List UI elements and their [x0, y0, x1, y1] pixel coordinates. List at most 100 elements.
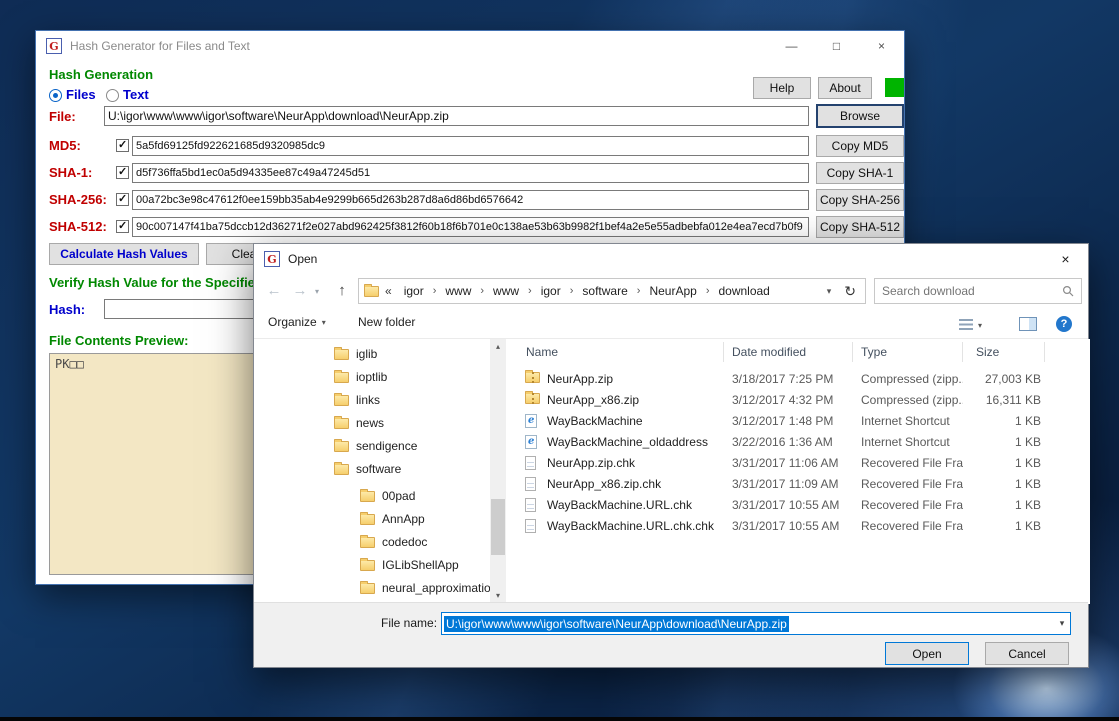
help-button[interactable]: Help — [753, 77, 811, 99]
file-date-modified: 3/31/2017 10:55 AM — [732, 498, 854, 512]
view-options-icon[interactable] — [959, 319, 973, 330]
tree-item[interactable]: codedoc — [360, 535, 427, 549]
breadcrumb-dropdown-icon[interactable]: ▾ — [821, 286, 838, 297]
column-divider[interactable] — [962, 342, 963, 362]
tree-scrollbar[interactable]: ▴ ▾ — [490, 339, 506, 604]
breadcrumb-segment[interactable]: software — [576, 284, 633, 298]
column-divider[interactable] — [1044, 342, 1045, 362]
hash-value-input[interactable] — [132, 136, 809, 156]
column-header-type[interactable]: Type — [861, 339, 887, 365]
zip-file-icon — [525, 372, 540, 383]
file-row[interactable]: NeurApp_x86.zip3/12/2017 4:32 PMCompress… — [511, 390, 1090, 411]
maximize-icon[interactable]: □ — [814, 31, 859, 61]
tree-item[interactable]: links — [334, 393, 380, 407]
calculate-button[interactable]: Calculate Hash Values — [49, 243, 199, 265]
tree-item[interactable]: 00pad — [360, 489, 415, 503]
hash-type-label: SHA-512: — [49, 219, 107, 234]
hash-window-title: Hash Generator for Files and Text — [70, 39, 250, 53]
breadcrumb-segment[interactable]: www — [487, 284, 525, 298]
hash-enabled-checkbox[interactable] — [116, 166, 129, 179]
open-button[interactable]: Open — [885, 642, 969, 665]
column-divider[interactable] — [723, 342, 724, 362]
tree-item[interactable]: neural_approximation — [360, 581, 490, 595]
tree-item[interactable]: ioptlib — [334, 370, 387, 384]
breadcrumb-chevron-icon[interactable]: › — [433, 285, 437, 297]
file-type: Internet Shortcut — [861, 414, 963, 428]
breadcrumb-overflow-button[interactable]: « — [382, 284, 395, 298]
combo-dropdown-icon[interactable]: ▾ — [1054, 618, 1070, 629]
file-row[interactable]: NeurApp_x86.zip.chk3/31/2017 11:09 AMRec… — [511, 474, 1090, 495]
hash-window-titlebar[interactable]: G Hash Generator for Files and Text — □ … — [36, 31, 904, 61]
hash-enabled-checkbox[interactable] — [116, 220, 129, 233]
new-folder-button[interactable]: New folder — [358, 315, 415, 329]
tree-item[interactable]: AnnApp — [360, 512, 425, 526]
scroll-up-icon[interactable]: ▴ — [490, 339, 506, 355]
copy-hash-button[interactable]: Copy SHA-256 — [816, 189, 904, 211]
forward-icon[interactable]: → — [288, 279, 312, 303]
search-input[interactable] — [875, 284, 1062, 298]
breadcrumb-chevron-icon[interactable]: › — [528, 285, 532, 297]
breadcrumb-chevron-icon[interactable]: › — [570, 285, 574, 297]
organize-button[interactable]: Organize ▾ — [268, 315, 326, 329]
up-icon[interactable]: ↑ — [330, 279, 354, 303]
tree-item[interactable]: news — [334, 416, 384, 430]
open-dialog-title: Open — [288, 252, 317, 266]
browse-button[interactable]: Browse — [816, 104, 904, 128]
view-options-dropdown-icon[interactable]: ▾ — [978, 321, 982, 330]
file-size: 1 KB — [951, 519, 1041, 533]
history-dropdown-icon[interactable]: ▾ — [315, 287, 319, 296]
back-icon[interactable]: ← — [262, 279, 286, 303]
files-radio[interactable] — [49, 89, 62, 102]
tree-item[interactable]: iglib — [334, 347, 377, 361]
zip-file-icon — [525, 393, 540, 404]
minimize-icon[interactable]: — — [769, 31, 814, 61]
hash-enabled-checkbox[interactable] — [116, 193, 129, 206]
file-row[interactable]: NeurApp.zip.chk3/31/2017 11:06 AMRecover… — [511, 453, 1090, 474]
file-path-input[interactable] — [104, 106, 809, 126]
file-row[interactable]: WayBackMachine.URL.chk.chk3/31/2017 10:5… — [511, 516, 1090, 537]
breadcrumb-segment[interactable]: NeurApp — [643, 284, 702, 298]
column-header-date-modified[interactable]: Date modified — [732, 339, 806, 365]
breadcrumb-chevron-icon[interactable]: › — [706, 285, 710, 297]
scrollbar-thumb[interactable] — [491, 499, 505, 555]
column-header-size[interactable]: Size — [976, 339, 999, 365]
internet-shortcut-icon — [525, 435, 537, 449]
hash-value-input[interactable] — [132, 190, 809, 210]
breadcrumb-segments: igor›www›www›igor›software›NeurApp›downl… — [398, 284, 776, 298]
close-icon[interactable]: × — [859, 31, 904, 61]
tree-item[interactable]: sendigence — [334, 439, 417, 453]
preview-pane-icon[interactable] — [1019, 317, 1037, 331]
hash-value-input[interactable] — [132, 163, 809, 183]
help-icon[interactable]: ? — [1056, 316, 1072, 332]
open-dialog-titlebar[interactable]: G Open × — [254, 244, 1088, 274]
breadcrumb-segment[interactable]: download — [712, 284, 775, 298]
hash-value-input[interactable] — [132, 217, 809, 237]
file-row[interactable]: WayBackMachine3/12/2017 1:48 PMInternet … — [511, 411, 1090, 432]
copy-hash-button[interactable]: Copy MD5 — [816, 135, 904, 157]
tree-item[interactable]: IGLibShellApp — [360, 558, 459, 572]
tree-item[interactable]: software — [334, 462, 401, 476]
tree-item-label: sendigence — [356, 439, 417, 453]
close-icon[interactable]: × — [1043, 244, 1088, 274]
file-row[interactable]: NeurApp.zip3/18/2017 7:25 PMCompressed (… — [511, 369, 1090, 390]
copy-hash-button[interactable]: Copy SHA-1 — [816, 162, 904, 184]
breadcrumb-segment[interactable]: igor — [535, 284, 567, 298]
breadcrumb-segment[interactable]: www — [439, 284, 477, 298]
column-divider[interactable] — [852, 342, 853, 362]
breadcrumb-chevron-icon[interactable]: › — [480, 285, 484, 297]
about-button[interactable]: About — [818, 77, 872, 99]
refresh-icon[interactable]: ↻ — [840, 283, 860, 300]
chevron-down-icon: ▾ — [322, 318, 326, 327]
file-row[interactable]: WayBackMachine_oldaddress3/22/2016 1:36 … — [511, 432, 1090, 453]
breadcrumb-chevron-icon[interactable]: › — [637, 285, 641, 297]
text-radio[interactable] — [106, 89, 119, 102]
cancel-button[interactable]: Cancel — [985, 642, 1069, 665]
column-header-name[interactable]: Name — [526, 339, 558, 365]
file-row[interactable]: WayBackMachine.URL.chk3/31/2017 10:55 AM… — [511, 495, 1090, 516]
file-name-combo[interactable]: U:\igor\www\www\igor\software\NeurApp\do… — [441, 612, 1071, 635]
hash-enabled-checkbox[interactable] — [116, 139, 129, 152]
file-name: WayBackMachine.URL.chk.chk — [547, 519, 722, 533]
copy-hash-button[interactable]: Copy SHA-512 — [816, 216, 904, 238]
file-name-label: File name: — [381, 616, 437, 630]
breadcrumb-segment[interactable]: igor — [398, 284, 430, 298]
